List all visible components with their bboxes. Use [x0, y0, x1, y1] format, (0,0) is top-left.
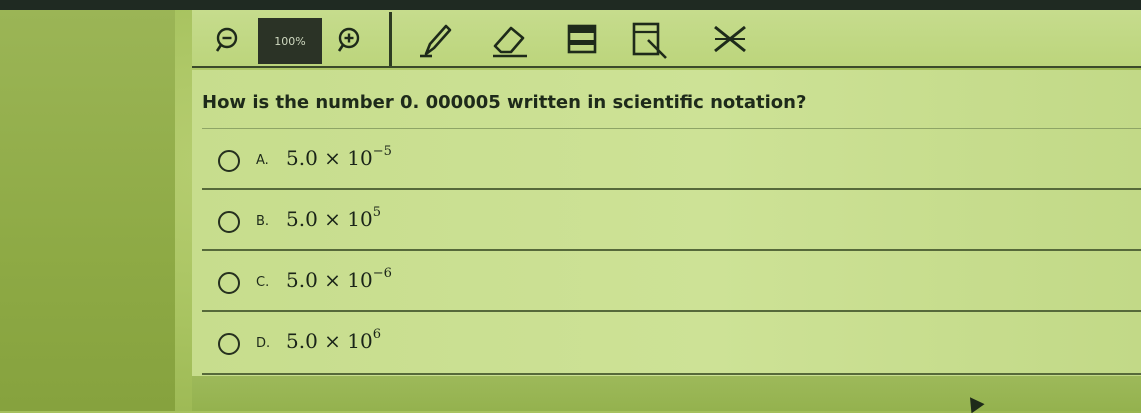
line-reader-tool-button[interactable] [628, 20, 672, 60]
zoom-out-button[interactable] [210, 20, 246, 60]
choice-base: 5.0 × 10 [286, 146, 373, 170]
highlighter-tool-button[interactable] [560, 20, 604, 60]
pencil-icon [420, 24, 452, 58]
choice-exponent: −6 [372, 266, 392, 281]
bottom-area [192, 376, 1141, 411]
toolbar: 100% [192, 10, 1141, 68]
highlighter-icon [567, 24, 597, 54]
zoom-out-icon [215, 27, 238, 52]
top-bar [0, 0, 1141, 10]
zoom-in-button[interactable] [330, 20, 366, 60]
line-reader-icon [632, 22, 667, 59]
choice-letter: A. [256, 153, 269, 168]
choice-c[interactable]: C. 5.0 × 10−6 [202, 252, 1141, 312]
zoom-level-display: 100% [258, 18, 322, 64]
choice-answer: 5.0 × 105 [286, 205, 382, 231]
choice-base: 5.0 × 10 [286, 329, 373, 353]
choice-exponent: 5 [372, 205, 382, 220]
question-text: How is the number 0. 000005 written in s… [202, 92, 807, 113]
radio-button-d[interactable] [218, 333, 240, 355]
choice-letter: D. [256, 336, 271, 351]
choice-exponent: −5 [372, 144, 392, 159]
choice-answer: 5.0 × 10−6 [286, 266, 392, 292]
choice-letter: B. [256, 214, 270, 229]
choice-base: 5.0 × 10 [286, 207, 373, 231]
choice-answer: 5.0 × 10−5 [286, 144, 392, 170]
choice-exponent: 6 [372, 327, 382, 342]
toolbar-divider [389, 12, 392, 66]
answer-eliminator-icon [714, 25, 746, 53]
left-panel [0, 10, 175, 411]
choice-b[interactable]: B. 5.0 × 105 [202, 191, 1141, 251]
zoom-in-icon [337, 27, 360, 52]
question-divider [202, 128, 1141, 129]
pencil-tool-button[interactable] [414, 20, 458, 60]
choice-a[interactable]: A. 5.0 × 10−5 [202, 130, 1141, 190]
question-panel: How is the number 0. 000005 written in s… [192, 70, 1141, 376]
choice-letter: C. [256, 275, 270, 290]
radio-button-a[interactable] [218, 150, 240, 172]
radio-button-b[interactable] [218, 211, 240, 233]
choice-answer: 5.0 × 106 [286, 327, 382, 353]
radio-button-c[interactable] [218, 272, 240, 294]
eraser-icon [493, 26, 527, 58]
choice-base: 5.0 × 10 [286, 268, 373, 292]
choice-d[interactable]: D. 5.0 × 106 [202, 313, 1141, 375]
answer-eliminator-button[interactable] [708, 20, 752, 60]
eraser-tool-button[interactable] [488, 20, 532, 60]
